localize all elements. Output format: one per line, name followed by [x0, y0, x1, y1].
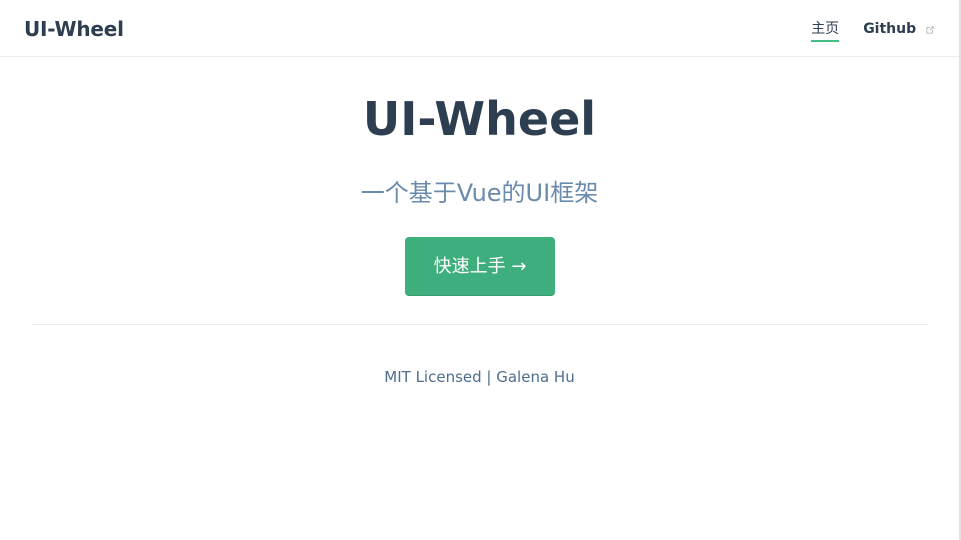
- hero-description: 一个基于Vue的UI框架: [360, 179, 599, 207]
- navbar: UI-Wheel 主页 Github: [0, 0, 959, 57]
- external-link-icon: [925, 20, 935, 42]
- page: UI-Wheel 主页 Github UI-Wheel 一个基于Vue的UI框架…: [0, 0, 961, 540]
- nav-item-github-label: Github: [863, 21, 917, 37]
- nav-item-github[interactable]: Github: [863, 18, 935, 42]
- nav-item-home[interactable]: 主页: [811, 18, 840, 42]
- nav-links: 主页 Github: [787, 18, 935, 42]
- footer: MIT Licensed | Galena Hu: [384, 368, 575, 386]
- hero-title: UI-Wheel: [362, 92, 597, 146]
- get-started-button[interactable]: 快速上手 →: [405, 237, 555, 296]
- site-name-link[interactable]: UI-Wheel: [24, 16, 124, 42]
- footer-divider: [32, 324, 928, 325]
